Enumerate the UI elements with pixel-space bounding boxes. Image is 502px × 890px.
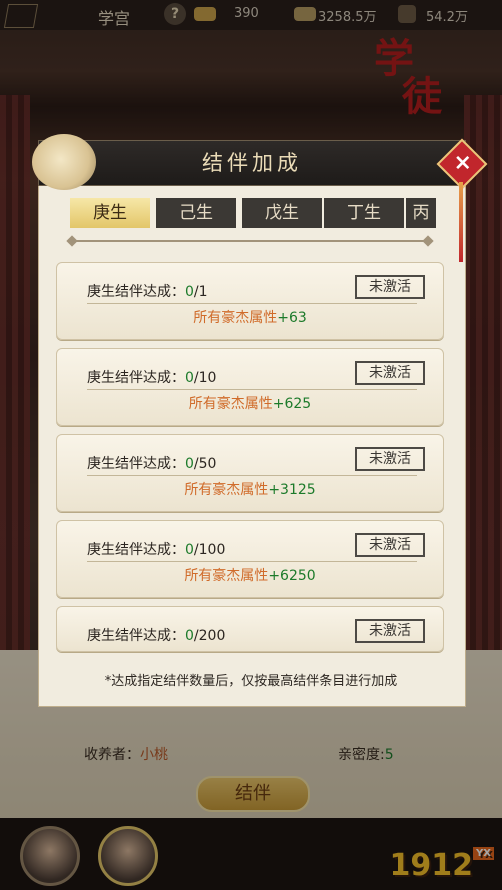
- tier-total: /10: [193, 370, 217, 386]
- bond-tier-card: 庚生结伴达成：0/100 未激活 所有豪杰属性+6250: [56, 520, 444, 598]
- tier-label-text: 庚生结伴达成：: [87, 370, 185, 386]
- card-divider: [87, 303, 417, 304]
- card-divider: [87, 475, 417, 476]
- card-divider: [87, 561, 417, 562]
- tier-reward: 所有豪杰属性+625: [57, 393, 443, 413]
- tier-reward: 所有豪杰属性+63: [57, 307, 443, 327]
- tier-progress: 0: [185, 542, 194, 558]
- inactive-stamp: 未激活: [355, 533, 425, 557]
- bond-tier-card: 庚生结伴达成：0/1 未激活 所有豪杰属性+63: [56, 262, 444, 340]
- tier-reward: 所有豪杰属性+6250: [57, 565, 443, 585]
- inactive-stamp: 未激活: [355, 619, 425, 643]
- tier-progress: 0: [185, 370, 194, 386]
- reward-value: +63: [277, 310, 307, 326]
- tier-progress: 0: [185, 284, 194, 300]
- tier-progress: 0: [185, 456, 194, 472]
- tier-progress: 0: [185, 628, 194, 644]
- tier-label-text: 庚生结伴达成：: [87, 284, 185, 300]
- close-icon: ×: [453, 150, 472, 176]
- reward-text: 所有豪杰属性: [184, 482, 269, 498]
- bond-tier-card: 庚生结伴达成：0/50 未激活 所有豪杰属性+3125: [56, 434, 444, 512]
- tab-wusheng[interactable]: 戊生: [242, 198, 322, 228]
- tab-bingsheng[interactable]: 丙: [406, 198, 436, 228]
- reward-text: 所有豪杰属性: [184, 568, 269, 584]
- tier-label-text: 庚生结伴达成：: [87, 456, 185, 472]
- moon-icon: [32, 134, 96, 190]
- tier-label-text: 庚生结伴达成：: [87, 542, 185, 558]
- card-divider: [87, 389, 417, 390]
- bond-tier-card: 庚生结伴达成：0/10 未激活 所有豪杰属性+625: [56, 348, 444, 426]
- tier-label: 庚生结伴达成：0/50: [87, 453, 216, 473]
- tier-label: 庚生结伴达成：0/1: [87, 281, 208, 301]
- bond-tier-card: 庚生结伴达成：0/200 未激活: [56, 606, 444, 652]
- tab-bar: 庚生 己生 戊生 丁生 丙: [70, 198, 460, 228]
- tab-dingsheng[interactable]: 丁生: [324, 198, 404, 228]
- reward-value: +3125: [268, 482, 316, 498]
- inactive-stamp: 未激活: [355, 361, 425, 385]
- reward-value: +6250: [268, 568, 316, 584]
- tab-divider: [72, 240, 428, 242]
- tier-label: 庚生结伴达成：0/10: [87, 367, 216, 387]
- tier-reward: 所有豪杰属性+3125: [57, 479, 443, 499]
- tab-gengsheng[interactable]: 庚生: [70, 198, 150, 228]
- reward-text: 所有豪杰属性: [188, 396, 273, 412]
- tier-total: /1: [193, 284, 208, 300]
- tier-total: /50: [193, 456, 217, 472]
- reward-value: +625: [272, 396, 312, 412]
- tier-total: /200: [193, 628, 226, 644]
- inactive-stamp: 未激活: [355, 447, 425, 471]
- reward-text: 所有豪杰属性: [193, 310, 278, 326]
- tier-total: /100: [193, 542, 226, 558]
- bonus-note: *达成指定结伴数量后，仅按最高结伴条目进行加成: [104, 674, 398, 689]
- modal-title: 结伴加成: [202, 151, 302, 175]
- modal-header: 结伴加成: [38, 140, 466, 186]
- tier-label: 庚生结伴达成：0/100: [87, 539, 225, 559]
- tier-label-text: 庚生结伴达成：: [87, 628, 185, 644]
- inactive-stamp: 未激活: [355, 275, 425, 299]
- tab-jisheng[interactable]: 己生: [156, 198, 236, 228]
- tier-label: 庚生结伴达成：0/200: [87, 625, 225, 645]
